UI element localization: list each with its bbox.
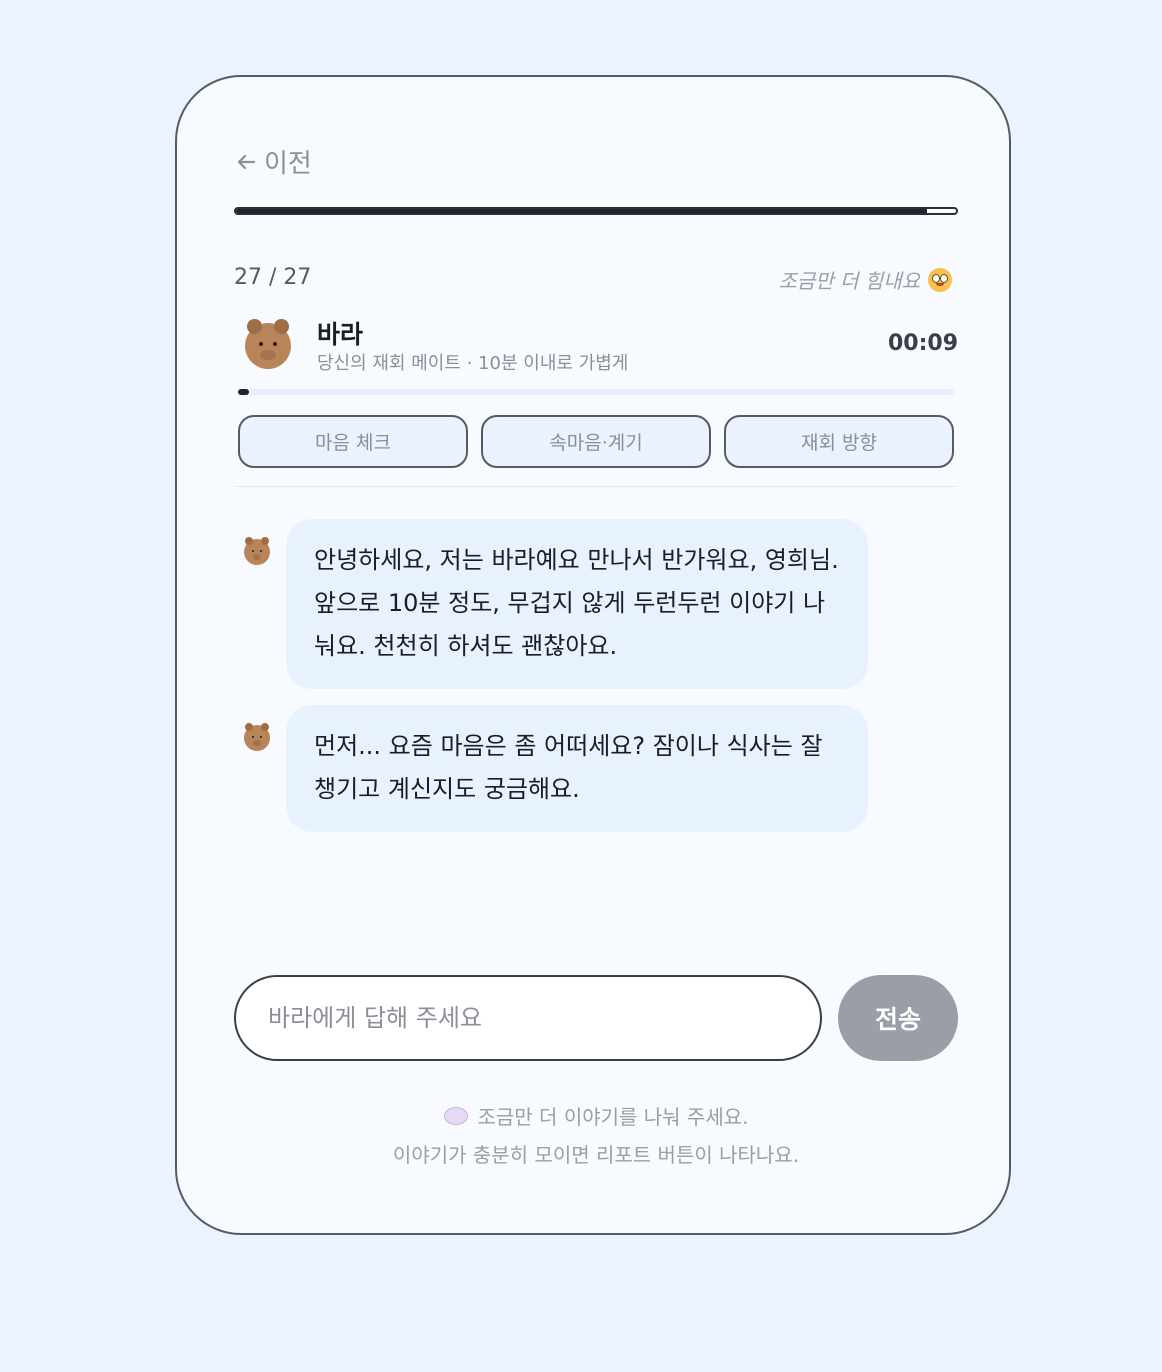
reply-input[interactable] <box>234 975 822 1061</box>
overall-progress-bar <box>234 207 958 215</box>
message-bubble: 먼저... 요즘 마음은 좀 어떠세요? 잠이나 식사는 잘 챙기고 계신지도 … <box>286 705 868 832</box>
divider <box>234 486 958 487</box>
chat-card: 이전 27 / 27 조금만 더 힘내요 바라 당신의 재회 메이트 · 10분… <box>175 75 1011 1235</box>
cheer-text: 조금만 더 힘내요 <box>778 265 952 294</box>
cheer-label: 조금만 더 힘내요 <box>778 269 920 293</box>
tab-inner-feelings[interactable]: 속마음·계기 <box>481 415 711 468</box>
mate-header: 바라 당신의 재회 메이트 · 10분 이내로 가볍게 00:09 <box>242 315 958 375</box>
hint-text-1: 조금만 더 이야기를 나눠 주세요. <box>477 1105 749 1129</box>
bear-face-icon <box>244 536 270 565</box>
timer-progress-bar <box>238 389 954 395</box>
bear-face-icon <box>244 722 270 751</box>
mate-subtitle: 당신의 재회 메이트 · 10분 이내로 가볍게 <box>317 353 629 374</box>
topic-tabs: 마음 체크 속마음·계기 재회 방향 <box>238 415 954 468</box>
send-button[interactable]: 전송 <box>838 975 958 1061</box>
back-label: 이전 <box>264 149 312 179</box>
speech-bubble-icon <box>443 1107 468 1125</box>
arrow-left-icon <box>237 154 256 169</box>
hint-line-1: 조금만 더 이야기를 나눠 주세요. <box>234 1101 958 1130</box>
session-timer: 00:09 <box>887 331 958 356</box>
message-bubble: 안녕하세요, 저는 바라예요 만나서 반가워요, 영희님. 앞으로 10분 정도… <box>286 519 868 689</box>
hint-line-2: 이야기가 충분히 모이면 리포트 버튼이 나타나요. <box>392 1143 800 1167</box>
tab-mind-check[interactable]: 마음 체크 <box>238 415 468 468</box>
mate-name: 바라 <box>317 320 364 349</box>
bear-face-icon <box>245 319 291 369</box>
tab-reunion-direction[interactable]: 재회 방향 <box>724 415 954 468</box>
back-button[interactable]: 이전 <box>234 143 312 180</box>
step-counter: 27 / 27 <box>234 265 312 290</box>
overall-progress-fill <box>236 209 928 213</box>
chat-card-content: 이전 27 / 27 조금만 더 힘내요 바라 당신의 재회 메이트 · 10분… <box>234 77 958 1233</box>
smiling-face-icon <box>928 267 952 292</box>
timer-progress-fill <box>238 389 249 395</box>
